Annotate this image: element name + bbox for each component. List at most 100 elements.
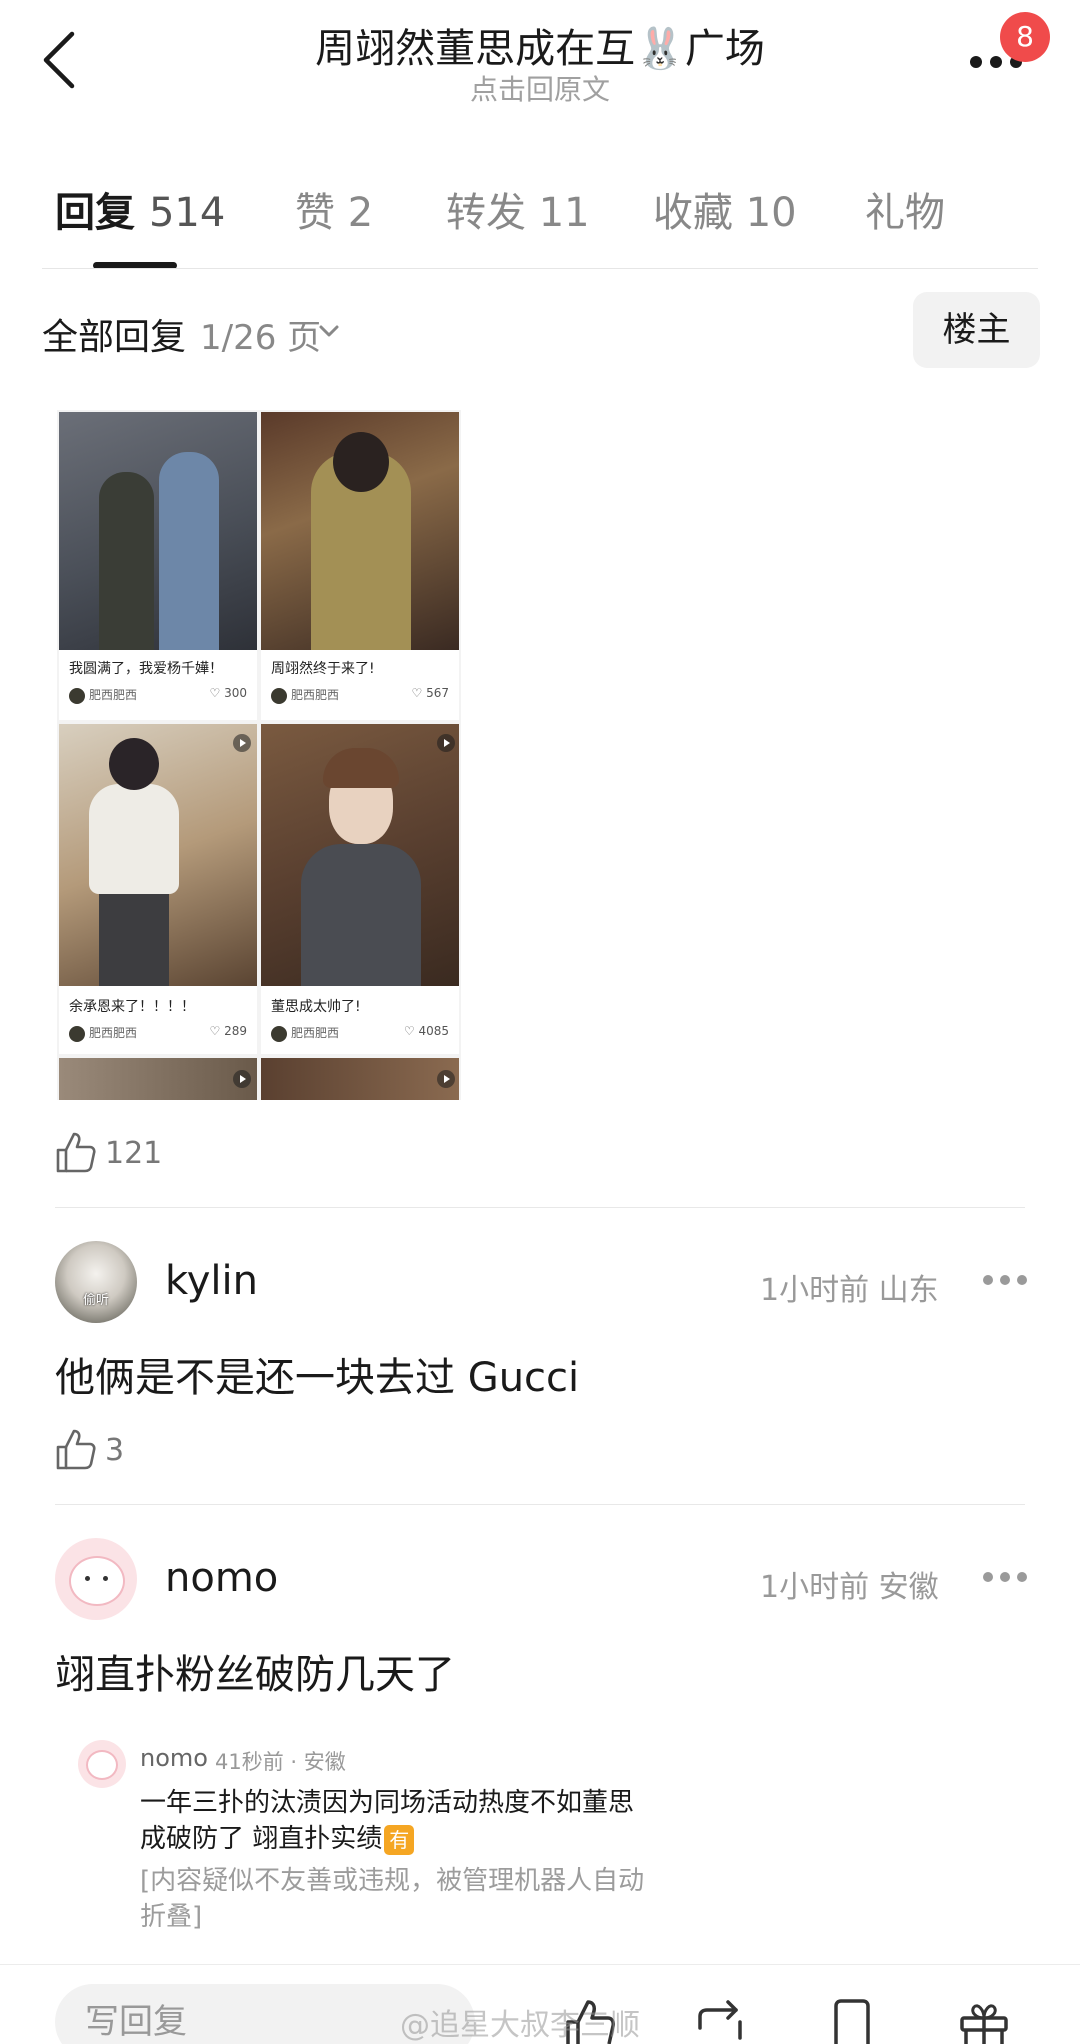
tab-count: 2 [347, 190, 374, 236]
comment-time: 1小时前 [760, 1273, 870, 1308]
card-photo [261, 412, 459, 650]
dot [1000, 1275, 1010, 1285]
card-photo [261, 724, 459, 986]
comment-text: 翊直扑粉丝破防几天了 [55, 1652, 455, 1698]
tab-bar: 回复 514 赞 2 转发 11 收藏 10 礼物 [0, 180, 1080, 270]
tab-replies[interactable]: 回复 514 [55, 180, 225, 238]
comment-username[interactable]: kylin [165, 1258, 258, 1304]
photo-figure [99, 472, 154, 650]
avatar-badge-label: 偷听 [82, 1293, 109, 1308]
divider [42, 268, 1038, 269]
owner-only-button[interactable]: 楼主 [913, 292, 1040, 368]
notification-badge: 8 [1000, 12, 1050, 62]
image-card: 周翊然终于来了! 肥西肥西 ♡ 567 [261, 412, 459, 720]
tab-gifts[interactable]: 礼物 [865, 180, 945, 238]
like-count: 121 [105, 1136, 163, 1171]
comment-username[interactable]: nomo [165, 1555, 278, 1601]
card-title: 余承恩来了！！！！ [69, 999, 195, 1015]
card-author: 肥西肥西 [69, 1024, 137, 1042]
like-count: 3 [105, 1433, 125, 1468]
sub-reply-username[interactable]: nomo [140, 1744, 208, 1772]
photo-figure [109, 738, 159, 790]
card-like-count: 289 [224, 1024, 247, 1038]
back-button[interactable] [38, 28, 86, 92]
card-author: 肥西肥西 [69, 686, 137, 704]
comment-more-button[interactable] [983, 1275, 1027, 1289]
card-author: 肥西肥西 [271, 1024, 339, 1042]
page-selector[interactable]: 1/26 页 [200, 310, 321, 359]
tab-label: 礼物 [865, 190, 945, 236]
photo-figure [159, 452, 219, 650]
avatar [271, 687, 287, 704]
card-likes: ♡ 567 [411, 686, 449, 700]
comment-text: 他俩是不是还一块去过 Gucci [55, 1355, 580, 1401]
thumbs-up-icon [56, 1429, 96, 1470]
photo-figure [301, 844, 421, 986]
sub-reply-text-line: 成破防了 翊直扑实绩 [140, 1824, 383, 1854]
video-play-icon [437, 1070, 455, 1088]
image-card: 我圆满了，我爱杨千嬅！ 肥西肥西 ♡ 300 [59, 412, 257, 720]
chevron-down-icon[interactable] [318, 320, 340, 342]
avatar [69, 1025, 85, 1042]
card-likes: ♡ 4085 [403, 1024, 449, 1038]
reply-filter-row: 全部回复 1/26 页 楼主 [0, 290, 1080, 370]
card-like-count: 4085 [418, 1024, 449, 1038]
sub-reply-meta: 41秒前 · 安徽 [215, 1750, 346, 1774]
avatar-eye [103, 1576, 108, 1581]
tab-count: 11 [538, 190, 590, 236]
comment-more-button[interactable] [983, 1572, 1027, 1586]
avatar [271, 1025, 287, 1042]
card-title: 周翊然终于来了! [271, 661, 375, 677]
dot [983, 1572, 993, 1582]
image-card [261, 1058, 459, 1100]
header: 周翊然董思成在互🐰广场 点击回原文 8 [0, 0, 1080, 120]
watermark: @追星大叔李三顺 [400, 2008, 640, 2043]
card-author: 肥西肥西 [271, 686, 339, 704]
comment-like-button[interactable]: 3 [55, 1427, 155, 1477]
dot [1000, 1572, 1010, 1582]
video-play-icon [233, 1070, 251, 1088]
post-like-button[interactable]: 121 [55, 1130, 195, 1180]
photo-figure [99, 894, 169, 986]
tab-label: 回复 [55, 190, 135, 236]
page-title: 周翊然董思成在互🐰广场 [315, 26, 765, 72]
chevron-left-icon [43, 31, 75, 89]
photo-figure [333, 432, 389, 492]
avatar-face [69, 1556, 125, 1606]
tab-label: 赞 [295, 190, 335, 236]
tag-badge: 有 [384, 1824, 415, 1855]
post-image[interactable]: 我圆满了，我爱杨千嬅！ 肥西肥西 ♡ 300 周翊然终于来了! 肥西肥西 ♡ 5… [57, 380, 461, 1100]
avatar[interactable]: 偷听 [55, 1241, 137, 1323]
avatar[interactable] [55, 1538, 137, 1620]
thumbs-up-icon [56, 1132, 96, 1173]
back-to-original-link[interactable]: 点击回原文 [200, 68, 880, 108]
avatar[interactable] [78, 1740, 126, 1788]
comment-time: 1小时前 [760, 1570, 870, 1605]
folded-notice: 折叠] [140, 1902, 203, 1932]
tab-reposts[interactable]: 转发 11 [446, 180, 590, 238]
comment-meta: 1小时前 安徽 [760, 1562, 939, 1606]
tab-count: 10 [745, 190, 797, 236]
card-author-name: 肥西肥西 [291, 1026, 340, 1040]
card-author-name: 肥西肥西 [89, 1026, 138, 1040]
divider [0, 1964, 1080, 1965]
video-play-icon [437, 734, 455, 752]
tab-favorites[interactable]: 收藏 10 [653, 180, 797, 238]
dot [970, 56, 982, 68]
card-photo [59, 724, 257, 986]
repost-icon[interactable] [690, 1998, 750, 2044]
gift-icon[interactable] [954, 1998, 1014, 2044]
dot [990, 56, 1002, 68]
card-title: 我圆满了，我爱杨千嬅！ [69, 661, 223, 677]
photo-figure [89, 784, 179, 894]
image-card: 余承恩来了！！！！ 肥西肥西 ♡ 289 [59, 724, 257, 1054]
avatar-face [86, 1750, 118, 1780]
comment-location: 安徽 [878, 1570, 939, 1605]
dot [1017, 1275, 1027, 1285]
sub-reply-text: 一年三扑的汰渍因为同场活动热度不如董思 [140, 1788, 635, 1818]
avatar [69, 687, 85, 704]
dot [1017, 1572, 1027, 1582]
card-author-name: 肥西肥西 [89, 688, 138, 702]
bookmark-icon[interactable] [822, 1998, 882, 2044]
tab-likes[interactable]: 赞 2 [295, 180, 373, 238]
